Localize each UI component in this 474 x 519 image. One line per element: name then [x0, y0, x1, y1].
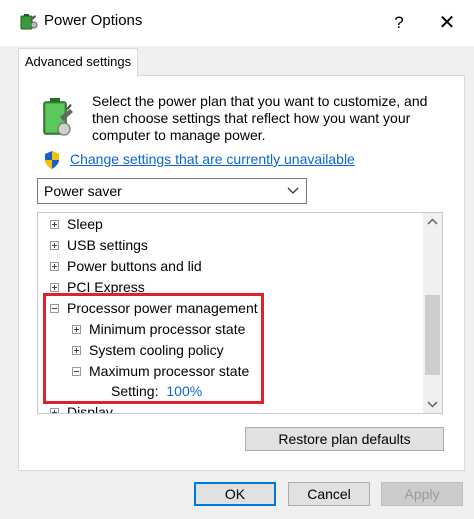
tree-item-label: Sleep — [67, 216, 103, 232]
expand-icon[interactable] — [50, 241, 59, 250]
power-plan-value: Power saver — [44, 183, 122, 199]
tree-item-label: USB settings — [67, 237, 148, 253]
title-bar: Power Options ? ✕ — [0, 0, 474, 46]
scroll-up-icon[interactable] — [423, 213, 442, 231]
expand-icon[interactable] — [50, 262, 59, 271]
tab-advanced-settings[interactable]: Advanced settings — [18, 48, 138, 77]
scroll-thumb[interactable] — [425, 295, 440, 375]
tree-scrollbar[interactable] — [423, 213, 442, 413]
uac-shield-icon — [45, 151, 59, 169]
ok-button[interactable]: OK — [194, 482, 276, 506]
close-button[interactable]: ✕ — [424, 0, 470, 46]
window-title: Power Options — [44, 12, 143, 29]
intro-description: Select the power plan that you want to c… — [92, 93, 428, 143]
expand-icon[interactable] — [50, 408, 59, 413]
cancel-button[interactable]: Cancel — [288, 482, 370, 506]
restore-plan-defaults-button[interactable]: Restore plan defaults — [245, 427, 444, 451]
expand-icon[interactable] — [50, 283, 59, 292]
highlight-annotation-box — [43, 293, 264, 404]
tree-item-label: Power buttons and lid — [67, 258, 202, 274]
expand-icon[interactable] — [50, 220, 59, 229]
apply-button[interactable]: Apply — [381, 482, 463, 506]
power-options-window: Power Options ? ✕ Advanced settings Sele… — [0, 0, 474, 519]
battery-plug-icon — [43, 98, 73, 136]
help-button[interactable]: ? — [376, 0, 422, 46]
chevron-down-icon — [287, 187, 299, 194]
scroll-down-icon[interactable] — [423, 395, 442, 413]
power-plan-select[interactable]: Power saver — [37, 178, 307, 204]
power-plan-icon — [20, 14, 38, 30]
change-settings-link[interactable]: Change settings that are currently unava… — [70, 151, 355, 167]
